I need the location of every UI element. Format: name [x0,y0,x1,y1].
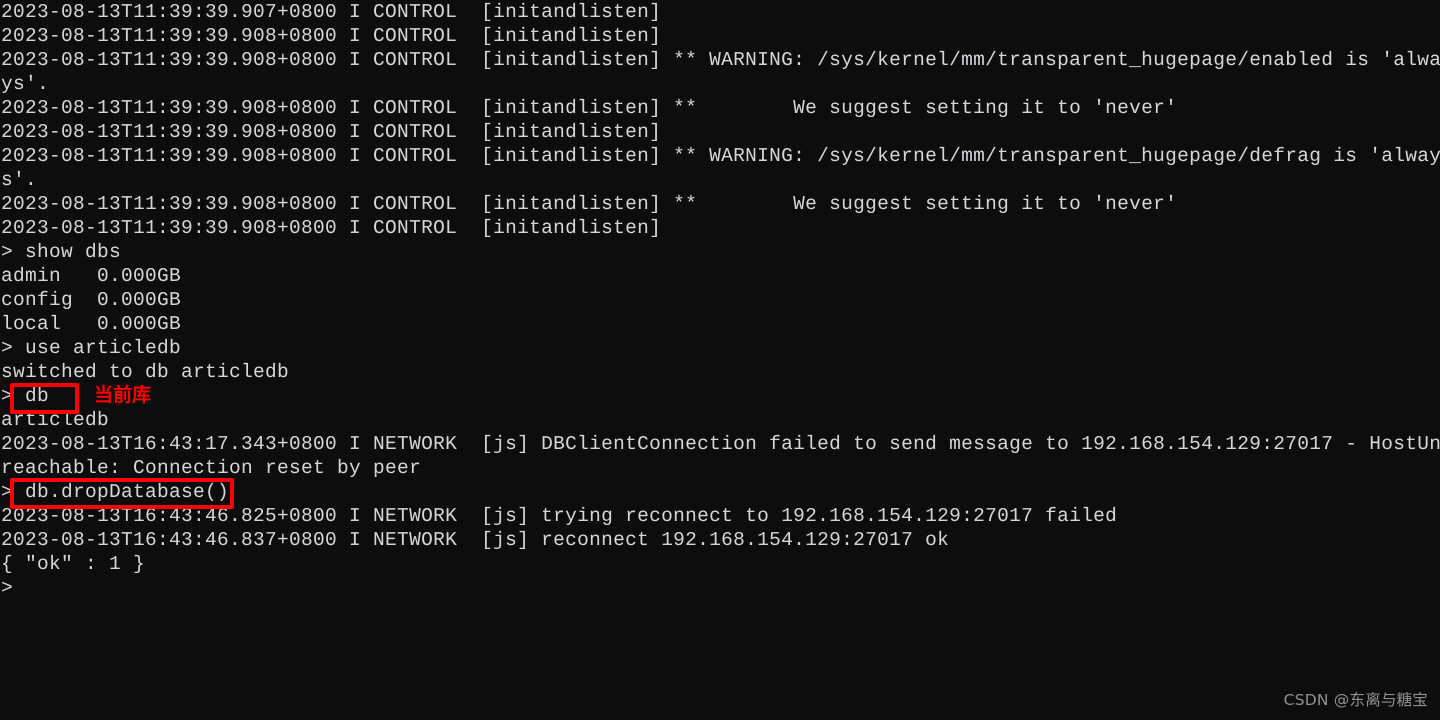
terminal-line: local 0.000GB [1,313,182,335]
terminal-prompt[interactable]: > [0,576,1440,600]
annotation-label-current-db: 当前库 [94,384,152,406]
terminal-line: 2023-08-13T11:39:39.908+0800 I CONTROL [… [1,49,1440,71]
terminal-line: 2023-08-13T11:39:39.907+0800 I CONTROL [… [1,1,662,23]
terminal-line: 2023-08-13T11:39:39.908+0800 I CONTROL [… [1,25,662,47]
terminal-line: 2023-08-13T11:39:39.908+0800 I CONTROL [… [1,97,1178,119]
terminal-line: s'. [1,169,38,191]
terminal-screen: 2023-08-13T11:39:39.907+0800 I CONTROL [… [0,0,1440,720]
terminal-line: { "ok" : 1 } [1,553,146,575]
terminal-line: reachable: Connection reset by peer [1,457,422,479]
terminal-line: admin 0.000GB [1,265,182,287]
watermark: CSDN @东离与糖宝 [1283,691,1428,709]
terminal-line: 2023-08-13T16:43:17.343+0800 I NETWORK [… [1,433,1440,455]
terminal-command-drop-database: > db.dropDatabase() [1,481,230,503]
terminal-line: 2023-08-13T16:43:46.825+0800 I NETWORK [… [1,505,1118,527]
terminal-output[interactable]: 2023-08-13T11:39:39.907+0800 I CONTROL [… [0,0,1440,720]
terminal-line: articledb [1,409,110,431]
terminal-command-use-articledb: > use articledb [1,337,182,359]
terminal-line: 2023-08-13T16:43:46.837+0800 I NETWORK [… [1,529,950,551]
terminal-line: 2023-08-13T11:39:39.908+0800 I CONTROL [… [1,193,1178,215]
terminal-line: config 0.000GB [1,289,182,311]
terminal-command-db: > db [1,385,50,407]
terminal-line: 2023-08-13T11:39:39.908+0800 I CONTROL [… [1,121,662,143]
terminal-line: ys'. [1,73,50,95]
terminal-command-show-dbs: > show dbs [1,241,122,263]
terminal-line: switched to db articledb [1,361,290,383]
terminal-line: 2023-08-13T11:39:39.908+0800 I CONTROL [… [1,217,662,239]
terminal-line: 2023-08-13T11:39:39.908+0800 I CONTROL [… [1,145,1440,167]
